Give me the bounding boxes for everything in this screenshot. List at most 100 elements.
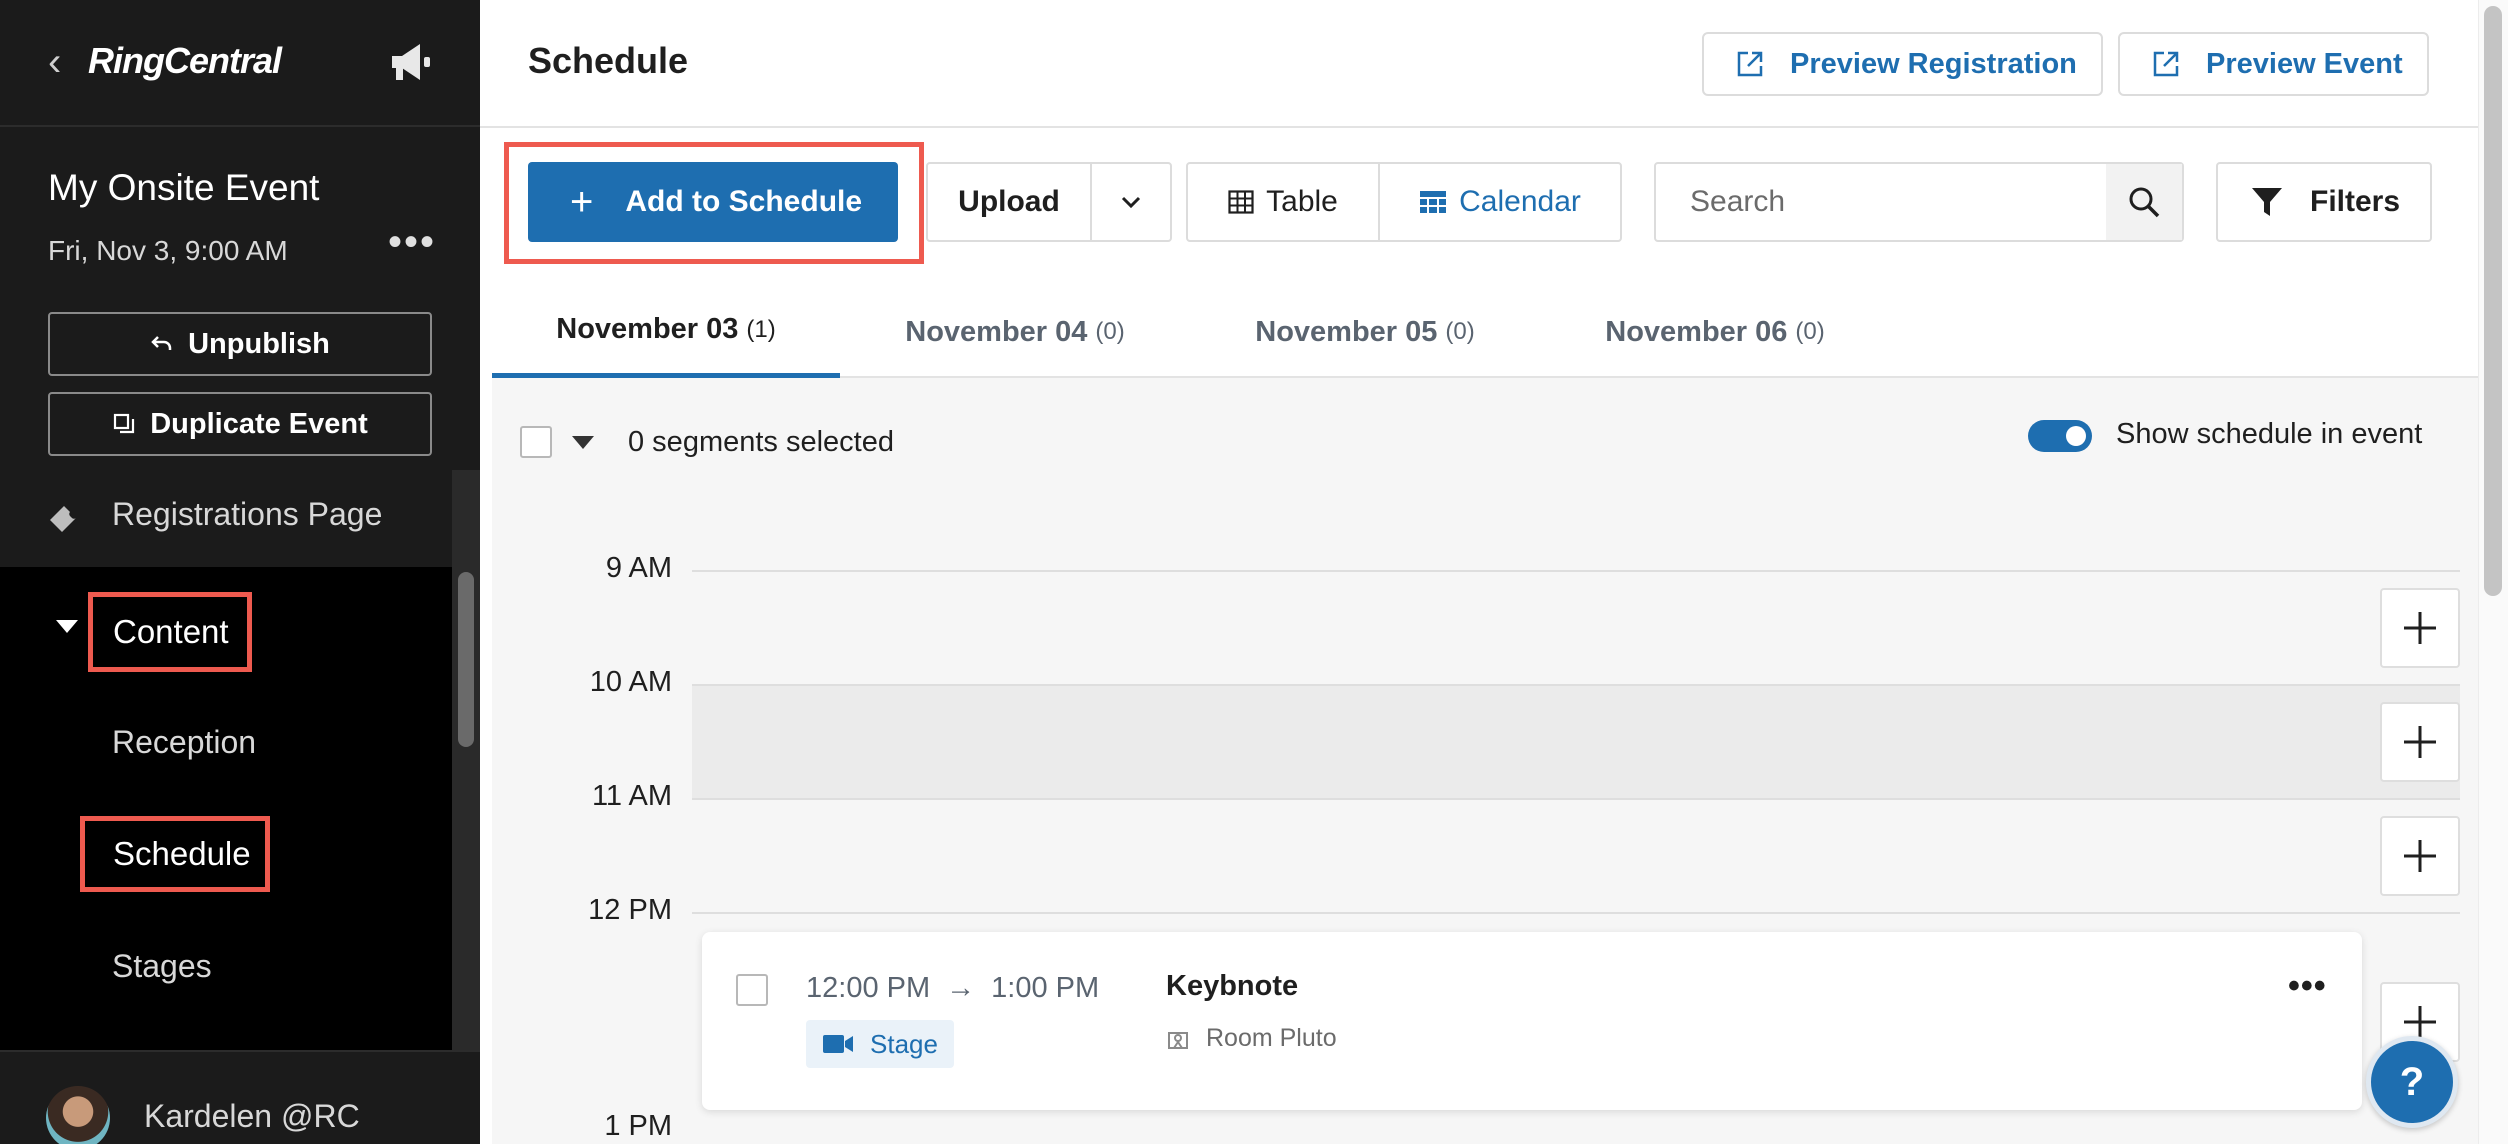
preview-event-button[interactable]: Preview Event (2118, 32, 2429, 96)
user-name: Kardelen @RC (144, 1098, 360, 1134)
duplicate-event-button[interactable]: Duplicate Event (48, 392, 432, 456)
external-link-icon (2153, 51, 2179, 77)
unpublish-label: Unpublish (188, 327, 330, 360)
tab-november-03[interactable]: November 03 (1) (492, 286, 840, 378)
show-schedule-toggle[interactable] (2028, 420, 2092, 452)
external-link-icon (1737, 51, 1763, 77)
tab-label: November 06 (1605, 315, 1788, 348)
tab-november-06[interactable]: November 06 (0) (1540, 286, 1890, 378)
hour-band (692, 684, 2460, 798)
tab-count: (0) (1095, 318, 1125, 345)
upload-button-group: Upload (926, 162, 1172, 242)
add-to-schedule-label: Add to Schedule (625, 185, 863, 218)
segment-type-badge: Stage (806, 1020, 954, 1068)
tab-november-04[interactable]: November 04 (0) (840, 286, 1190, 378)
sidebar-scroll-thumb[interactable] (458, 572, 474, 747)
add-to-schedule-button[interactable]: + Add to Schedule (528, 162, 898, 242)
megaphone-icon[interactable] (386, 40, 434, 84)
page-scroll-thumb[interactable] (2484, 6, 2502, 596)
sidebar-item-content[interactable]: Content (88, 592, 252, 672)
plus-icon: + (570, 180, 594, 224)
upload-dropdown-button[interactable] (1092, 164, 1170, 240)
add-slot-button[interactable] (2380, 702, 2460, 782)
show-schedule-label: Show schedule in event (2116, 418, 2423, 450)
plus-icon (2404, 840, 2436, 872)
tab-count: (0) (1795, 318, 1825, 345)
tab-label: November 03 (556, 313, 739, 345)
event-date: Fri, Nov 3, 9:00 AM (48, 235, 288, 266)
sidebar-header: ‹ RingCentral (0, 0, 480, 127)
video-camera-icon (823, 1035, 853, 1053)
upload-button[interactable]: Upload (928, 164, 1092, 240)
hour-label: 9 AM (605, 552, 672, 584)
calendar-area: 0 segments selected Show schedule in eve… (492, 378, 2480, 1144)
sidebar: ‹ RingCentral My Onsite Event Fri, Nov 3… (0, 0, 480, 1144)
hour-label: 10 AM (589, 666, 672, 698)
segment-room-label: Room Pluto (1206, 1024, 1337, 1052)
main-content: Schedule Preview Registration Preview Ev… (480, 0, 2508, 1144)
caret-down-icon[interactable] (56, 620, 78, 633)
tab-label: November 05 (1255, 315, 1438, 348)
tab-count: (1) (746, 315, 776, 343)
table-view-label: Table (1266, 185, 1338, 218)
select-all-checkbox[interactable] (520, 426, 552, 458)
brand-logo: RingCentral (88, 40, 282, 81)
hour-label: 1 PM (604, 1110, 672, 1142)
page-title: Schedule (528, 40, 689, 81)
sidebar-scrollbar[interactable] (452, 470, 480, 1050)
table-view-button[interactable]: Table (1188, 164, 1380, 240)
table-icon (1228, 190, 1254, 214)
schedule-segment-card[interactable]: 12:00 PM → 1:00 PM Stage Keybnote Room P… (702, 932, 2362, 1110)
filters-label: Filters (2310, 185, 2401, 218)
search-button[interactable] (2106, 164, 2182, 240)
segment-checkbox[interactable] (736, 974, 768, 1006)
search-input[interactable] (1688, 182, 2108, 222)
tab-count: (0) (1445, 318, 1475, 345)
hour-gridline (692, 684, 2460, 686)
segment-end-time: 1:00 PM (991, 972, 1100, 1004)
preview-event-label: Preview Event (2206, 47, 2403, 80)
calendar-icon (1420, 191, 1447, 213)
hour-label: 12 PM (588, 894, 672, 926)
view-toggle-group: Table Calendar (1186, 162, 1622, 242)
date-tabs: November 03 (1) November 04 (0) November 0… (492, 286, 2480, 378)
tab-november-05[interactable]: November 05 (0) (1190, 286, 1540, 378)
add-slot-button[interactable] (2380, 816, 2460, 896)
duplicate-label: Duplicate Event (150, 407, 368, 440)
add-slot-button[interactable] (2380, 588, 2460, 668)
hour-gridline (692, 912, 2460, 914)
arrow-right-icon: → (946, 972, 976, 1004)
preview-registration-button[interactable]: Preview Registration (1702, 32, 2103, 96)
more-options-icon[interactable]: ••• (2288, 969, 2327, 1003)
plus-icon (2404, 726, 2436, 758)
user-profile[interactable]: Kardelen @RC (0, 1050, 480, 1144)
segment-title: Keybnote (1166, 970, 1299, 1002)
tab-label: November 04 (905, 315, 1088, 348)
more-options-icon[interactable]: ••• (388, 222, 436, 262)
segment-room: Room Pluto (1166, 1024, 1337, 1053)
calendar-view-button[interactable]: Calendar (1380, 164, 1620, 240)
toolbar: + Add to Schedule Upload Table Calendar (480, 130, 2508, 264)
plus-icon (2404, 612, 2436, 644)
sidebar-item-registrations[interactable]: Registrations Page (0, 470, 452, 566)
sidebar-item-reception[interactable]: Reception (112, 724, 256, 761)
chevron-down-icon (1121, 196, 1141, 209)
back-chevron-icon[interactable]: ‹ (48, 42, 72, 82)
avatar (46, 1086, 110, 1144)
sidebar-item-stages[interactable]: Stages (112, 948, 212, 985)
segment-type-label: Stage (870, 1028, 938, 1059)
undo-icon (151, 336, 172, 350)
search-box (1654, 162, 2184, 242)
caret-down-icon[interactable] (572, 436, 594, 449)
registrations-label: Registrations Page (112, 496, 383, 532)
filters-button[interactable]: Filters (2216, 162, 2432, 242)
hour-gridline (692, 798, 2460, 800)
help-button[interactable]: ? (2366, 1036, 2458, 1128)
segment-start-time: 12:00 PM (806, 972, 931, 1004)
copy-icon (114, 413, 135, 434)
sidebar-item-schedule[interactable]: Schedule (80, 816, 270, 892)
page-header: Schedule Preview Registration Preview Ev… (480, 0, 2508, 128)
unpublish-button[interactable]: Unpublish (48, 312, 432, 376)
selection-count: 0 segments selected (628, 426, 894, 458)
ticket-icon (50, 506, 76, 532)
